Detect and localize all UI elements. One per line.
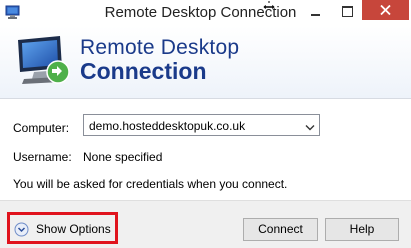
chevron-down-circle-icon[interactable]	[14, 222, 29, 237]
help-button[interactable]: Help	[325, 218, 399, 241]
banner-title-line2: Connection	[80, 58, 207, 84]
username-value: None specified	[83, 150, 163, 164]
credentials-note: You will be asked for credentials when y…	[13, 177, 288, 191]
maximize-button[interactable]	[334, 2, 360, 22]
header-banner: Remote Desktop Connection	[0, 26, 411, 98]
close-icon	[380, 5, 391, 15]
close-button[interactable]	[362, 0, 409, 20]
resize-cursor-icon	[262, 1, 276, 13]
banner-title-line1: Remote Desktop	[80, 36, 240, 59]
computer-combobox[interactable]: demo.hosteddesktopuk.co.uk	[83, 114, 320, 136]
show-options-toggle[interactable]: Show Options	[14, 220, 111, 238]
computer-value[interactable]: demo.hosteddesktopuk.co.uk	[89, 119, 245, 133]
connect-button[interactable]: Connect	[243, 218, 318, 241]
banner-divider	[0, 98, 411, 99]
title-bar[interactable]: Remote Desktop Connection	[0, 0, 411, 26]
show-options-label[interactable]: Show Options	[36, 222, 111, 236]
username-label: Username:	[13, 150, 72, 164]
computer-label: Computer:	[13, 121, 70, 135]
minimize-button[interactable]	[302, 2, 328, 22]
remote-desktop-monitor-icon	[14, 34, 74, 88]
chevron-down-icon[interactable]	[305, 121, 315, 131]
